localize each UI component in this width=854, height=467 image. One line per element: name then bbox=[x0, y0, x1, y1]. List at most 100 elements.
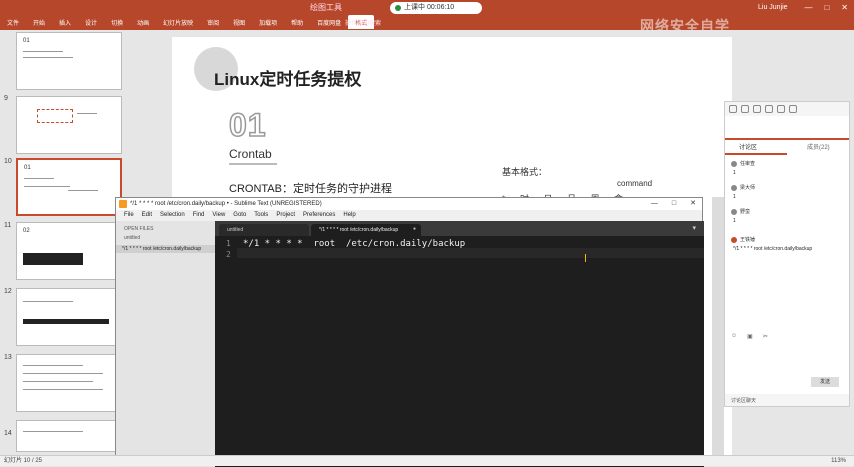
slide-thumbnail-selected[interactable]: 01 bbox=[16, 158, 122, 216]
menu-project[interactable]: Project bbox=[272, 210, 299, 221]
close-button[interactable]: ✕ bbox=[690, 198, 696, 210]
slide-description[interactable]: CRONTAB：定时任务的守护进程 bbox=[229, 180, 392, 196]
chat-message: 梁大师 1 bbox=[731, 184, 755, 200]
class-chat-panel: 讨论区 成员(22) 任审查 1 梁大师 1 野蛮 1 王铁锤 */1 * * … bbox=[724, 101, 850, 407]
tab-baidu[interactable]: 百度网盘 bbox=[310, 15, 348, 29]
user-name[interactable]: Liu Junjie bbox=[758, 4, 788, 11]
scissors-icon[interactable]: ✂ bbox=[763, 333, 768, 340]
tab-file[interactable]: 文件 bbox=[0, 15, 26, 29]
maximize-button[interactable]: □ bbox=[672, 198, 676, 210]
pen-icon[interactable] bbox=[741, 105, 749, 113]
tab-help[interactable]: 帮助 bbox=[284, 15, 310, 29]
record-icon bbox=[395, 5, 401, 11]
command-label[interactable]: command bbox=[617, 179, 652, 188]
avatar bbox=[731, 160, 737, 167]
menu-preferences[interactable]: Preferences bbox=[299, 210, 339, 221]
text-icon[interactable] bbox=[765, 105, 773, 113]
zoom-level[interactable]: 113% bbox=[831, 456, 846, 466]
tab-view[interactable]: 视图 bbox=[226, 15, 252, 29]
slide-number: 9 bbox=[4, 95, 8, 102]
slide-number: 12 bbox=[4, 288, 12, 295]
tab-active-file[interactable]: */1 * * * * root /etc/cron.daily/backup … bbox=[311, 224, 421, 236]
menu-tools[interactable]: Tools bbox=[250, 210, 272, 221]
eraser-icon[interactable] bbox=[777, 105, 785, 113]
tab-transitions[interactable]: 切换 bbox=[104, 15, 130, 29]
thumbnail-line bbox=[23, 365, 83, 366]
section-number[interactable]: 01 bbox=[228, 106, 267, 144]
thumbnail-line bbox=[23, 373, 103, 374]
open-files-header: OPEN FILES bbox=[124, 226, 154, 232]
slide-thumbnail[interactable] bbox=[16, 354, 122, 412]
slide-title[interactable]: Linux定时任务提权 bbox=[214, 65, 361, 90]
message-text: */1 * * * * root /etc/cron.daily/backup bbox=[733, 246, 813, 252]
slide-number: 10 bbox=[4, 158, 12, 165]
send-button[interactable]: 发送 bbox=[811, 377, 839, 387]
avatar bbox=[731, 184, 737, 191]
code-line-1[interactable]: */1 * * * * root /etc/cron.daily/backup bbox=[243, 239, 465, 249]
tab-review[interactable]: 审阅 bbox=[200, 15, 226, 29]
status-bar: 幻灯片 10 / 25 113% bbox=[0, 455, 854, 466]
sublime-window: */1 * * * * root /etc/cron.daily/backup … bbox=[115, 197, 704, 467]
menu-selection[interactable]: Selection bbox=[156, 210, 189, 221]
line-number: 1 bbox=[226, 239, 231, 248]
ppt-ribbon: 绘图工具 上课中 00:06:10 Liu Junjie — □ ✕ 文件 开始… bbox=[0, 0, 854, 34]
emoji-icon[interactable]: ☺ bbox=[731, 333, 737, 340]
tab-addins[interactable]: 加载项 bbox=[252, 15, 284, 29]
sublime-title: */1 * * * * root /etc/cron.daily/backup … bbox=[130, 201, 322, 207]
tab-members[interactable]: 成员(22) bbox=[807, 142, 830, 151]
line-gutter: 1 2 bbox=[215, 236, 237, 467]
section-subtitle[interactable]: Crontab bbox=[229, 147, 272, 161]
unsaved-dot-icon[interactable]: ● bbox=[413, 226, 416, 232]
image-icon[interactable]: ▣ bbox=[747, 333, 753, 340]
text-cursor bbox=[585, 254, 586, 262]
menu-help[interactable]: Help bbox=[339, 210, 359, 221]
tab-insert[interactable]: 插入 bbox=[52, 15, 78, 29]
thumbnail-shape bbox=[37, 109, 73, 123]
slide-thumbnail[interactable] bbox=[16, 420, 122, 452]
search-hint[interactable]: 操作说明搜索 bbox=[345, 18, 381, 27]
close-button[interactable]: ✕ bbox=[841, 3, 848, 12]
tab-animations[interactable]: 动画 bbox=[130, 15, 156, 29]
thumbnail-line bbox=[68, 190, 98, 191]
line-number: 2 bbox=[226, 250, 231, 259]
code-editor[interactable]: 1 2 */1 * * * * root /etc/cron.daily/bac… bbox=[215, 236, 704, 467]
recording-indicator[interactable]: 上课中 00:06:10 bbox=[390, 2, 482, 14]
document-title: 绘图工具 bbox=[310, 3, 342, 12]
undo-icon[interactable] bbox=[789, 105, 797, 113]
menu-edit[interactable]: Edit bbox=[138, 210, 156, 221]
thumbnail-line bbox=[24, 186, 70, 187]
chat-message: 野蛮 1 bbox=[731, 208, 750, 224]
minimize-button[interactable]: — bbox=[804, 3, 812, 12]
shape-icon[interactable] bbox=[753, 105, 761, 113]
tab-slideshow[interactable]: 幻灯片放映 bbox=[156, 15, 200, 29]
menu-file[interactable]: File bbox=[120, 210, 138, 221]
sublime-sidebar: OPEN FILES untitled */1 * * * * root /et… bbox=[116, 221, 215, 467]
sidebar-file-active[interactable]: */1 * * * * root /etc/cron.daily/backup bbox=[116, 245, 215, 253]
maximize-button[interactable]: □ bbox=[824, 3, 829, 12]
current-line-highlight bbox=[215, 248, 704, 258]
pointer-icon[interactable] bbox=[729, 105, 737, 113]
slide-thumbnail[interactable] bbox=[16, 96, 122, 154]
chevron-down-icon[interactable]: ▾ bbox=[692, 224, 696, 232]
canvas-scrollbar[interactable] bbox=[712, 197, 724, 455]
tab-home[interactable]: 开始 bbox=[26, 15, 52, 29]
thumbnail-title: 02 bbox=[23, 228, 30, 234]
slide-number: 11 bbox=[4, 222, 12, 229]
thumbnail-code-block bbox=[23, 319, 109, 324]
slide-thumbnail[interactable]: 01 bbox=[16, 32, 122, 90]
menu-find[interactable]: Find bbox=[189, 210, 209, 221]
slide-thumbnail[interactable]: 02 bbox=[16, 222, 122, 280]
sublime-title-bar: */1 * * * * root /etc/cron.daily/backup … bbox=[116, 198, 702, 210]
menu-goto[interactable]: Goto bbox=[229, 210, 250, 221]
tab-design[interactable]: 设计 bbox=[78, 15, 104, 29]
slide-thumbnail[interactable] bbox=[16, 288, 122, 346]
menu-view[interactable]: View bbox=[208, 210, 229, 221]
minimize-button[interactable]: — bbox=[651, 198, 658, 210]
sidebar-file-untitled[interactable]: untitled bbox=[124, 235, 140, 241]
tab-untitled[interactable]: untitled bbox=[219, 224, 309, 236]
avatar bbox=[731, 208, 737, 215]
tab-discussion[interactable]: 讨论区 bbox=[739, 142, 757, 151]
message-text: 1 bbox=[733, 170, 736, 176]
active-tab-underline bbox=[725, 153, 787, 155]
format-label[interactable]: 基本格式： bbox=[502, 165, 547, 178]
